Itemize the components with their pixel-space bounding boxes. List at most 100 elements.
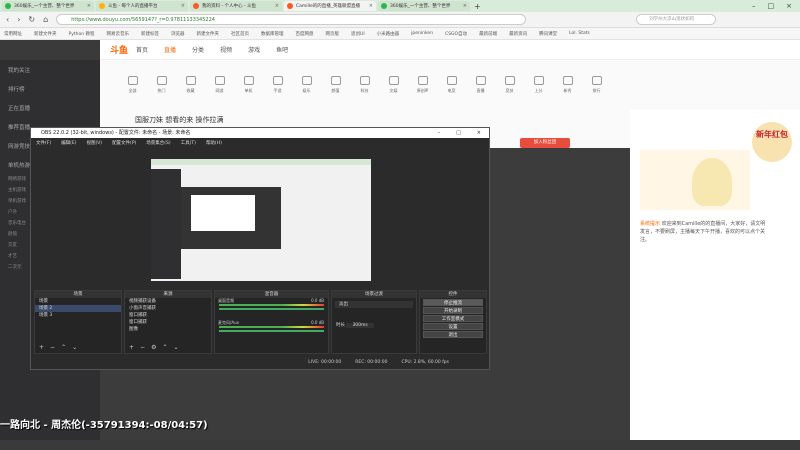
category-item[interactable]: 全部 bbox=[118, 74, 147, 108]
minimize-icon[interactable]: – bbox=[752, 2, 756, 10]
bookmark-item[interactable]: 新建文件夹 bbox=[34, 31, 57, 37]
remove-icon[interactable]: − bbox=[50, 344, 55, 351]
category-item[interactable]: 娱乐 bbox=[292, 74, 321, 108]
volume-slider[interactable] bbox=[219, 330, 324, 332]
remove-icon[interactable]: − bbox=[140, 344, 145, 351]
close-icon[interactable]: × bbox=[275, 3, 279, 9]
scene-item[interactable]: 场景 3 bbox=[35, 312, 121, 319]
category-item[interactable]: 单机 bbox=[234, 74, 263, 108]
category-item[interactable]: 直播 bbox=[466, 74, 495, 108]
category-item[interactable]: 科技 bbox=[350, 74, 379, 108]
nav-link[interactable]: 游戏 bbox=[248, 45, 260, 54]
obs-menu-item[interactable]: 配置文件(P) bbox=[112, 140, 136, 146]
close-icon[interactable]: × bbox=[786, 2, 792, 10]
nav-link[interactable]: 视频 bbox=[220, 45, 232, 54]
bookmark-item[interactable]: 网易云音乐 bbox=[107, 31, 130, 37]
reload-icon[interactable]: ↻ bbox=[28, 15, 35, 24]
source-item[interactable]: 窗口捕获 bbox=[125, 319, 211, 326]
bookmark-item[interactable]: 新建标签 bbox=[141, 31, 159, 37]
browser-tab-active[interactable]: Camille的的直播_英雄联盟直播 × bbox=[284, 1, 376, 11]
bookmark-item[interactable]: 思创UI bbox=[351, 31, 365, 37]
source-item[interactable]: 小窗声音捕获 bbox=[125, 305, 211, 312]
category-item[interactable]: 手游 bbox=[263, 74, 292, 108]
join-fan-club-button[interactable]: 加入粉丝团 bbox=[520, 138, 570, 148]
category-item[interactable]: 上分 bbox=[524, 74, 553, 108]
source-item[interactable]: 图像 bbox=[125, 326, 211, 333]
close-icon[interactable]: × bbox=[477, 128, 481, 138]
nav-link[interactable]: 首页 bbox=[136, 45, 148, 54]
category-item[interactable]: 颜值 bbox=[321, 74, 350, 108]
duration-input[interactable]: 300ms bbox=[346, 323, 374, 328]
browser-tab[interactable]: 360娱乐_一个主营、整个世界 × bbox=[378, 1, 470, 11]
bookmark-item[interactable]: 社区首页 bbox=[231, 31, 249, 37]
source-item[interactable]: 视频捕获设备 bbox=[125, 298, 211, 305]
bookmark-item[interactable]: jpeninken bbox=[411, 31, 433, 36]
up-icon[interactable]: ⌃ bbox=[162, 344, 167, 351]
transition-select[interactable]: 淡出 bbox=[335, 301, 413, 308]
obs-menu-item[interactable]: 文件(F) bbox=[36, 140, 51, 146]
obs-menu-item[interactable]: 场景集合(S) bbox=[146, 140, 170, 146]
add-icon[interactable]: + bbox=[129, 344, 134, 351]
up-icon[interactable]: ⌃ bbox=[61, 344, 66, 351]
red-packet-badge[interactable]: 新年红包 bbox=[752, 122, 792, 162]
add-icon[interactable]: + bbox=[39, 344, 44, 351]
category-item[interactable]: 排行 bbox=[582, 74, 611, 108]
maximize-icon[interactable]: □ bbox=[768, 2, 775, 10]
back-icon[interactable]: ‹ bbox=[6, 15, 9, 24]
bookmark-item[interactable]: 新建文件夹 bbox=[197, 31, 220, 37]
close-icon[interactable]: × bbox=[463, 3, 467, 9]
obs-menu-item[interactable]: 帮助(H) bbox=[206, 140, 222, 146]
forward-icon[interactable]: › bbox=[17, 15, 20, 24]
category-item[interactable]: 新秀 bbox=[553, 74, 582, 108]
close-icon[interactable]: × bbox=[369, 3, 373, 9]
browser-tab[interactable]: 360娱乐_一个主营、整个世界 × bbox=[2, 1, 94, 11]
bookmark-item[interactable]: Python 教程 bbox=[69, 31, 95, 37]
source-item[interactable]: 窗口捕获 bbox=[125, 312, 211, 319]
bookmark-item[interactable]: 网页版 bbox=[326, 31, 340, 37]
bookmark-item[interactable]: 百度网盘 bbox=[296, 31, 314, 37]
sidebar-item[interactable]: 正在直播 bbox=[0, 98, 100, 117]
nav-link[interactable]: 分类 bbox=[192, 45, 204, 54]
bookmark-item[interactable]: 小米路由器 bbox=[377, 31, 400, 37]
bookmark-item[interactable]: 最新前端 bbox=[479, 31, 497, 37]
search-input[interactable]: 刘学州大凉山现状如何 bbox=[636, 14, 717, 25]
url-input[interactable]: https://www.douyu.com/5659147?_r=0.97811… bbox=[56, 14, 527, 25]
category-item[interactable]: 收藏 bbox=[176, 74, 205, 108]
browser-tab[interactable]: 斗鱼 - 每个人的直播平台 × bbox=[96, 1, 188, 11]
site-logo[interactable]: 斗鱼 bbox=[110, 43, 128, 56]
category-item[interactable]: 电竞 bbox=[437, 74, 466, 108]
browser-tab[interactable]: 我的资料 - 个人中心 - 斗鱼 × bbox=[190, 1, 282, 11]
sidebar-item[interactable]: 我的关注 bbox=[0, 60, 100, 79]
category-item[interactable]: 原创IP bbox=[408, 74, 437, 108]
bookmark-item[interactable]: 数据库管理 bbox=[261, 31, 284, 37]
bookmark-item[interactable]: 浏览器 bbox=[171, 31, 185, 37]
studio-mode-button[interactable]: 工作室模式 bbox=[423, 315, 483, 322]
obs-menu-item[interactable]: 编辑(E) bbox=[61, 140, 76, 146]
start-recording-button[interactable]: 开始录制 bbox=[423, 307, 483, 314]
scene-item[interactable]: 场景 bbox=[35, 298, 121, 305]
down-icon[interactable]: ⌄ bbox=[72, 344, 77, 351]
close-icon[interactable]: × bbox=[181, 3, 185, 9]
bookmark-item[interactable]: 常用网址 bbox=[4, 31, 22, 37]
obs-menu-item[interactable]: 视图(V) bbox=[86, 140, 102, 146]
obs-menu-item[interactable]: 工具(T) bbox=[181, 140, 196, 146]
settings-button[interactable]: 设置 bbox=[423, 323, 483, 330]
obs-preview[interactable] bbox=[151, 159, 371, 281]
nav-link[interactable]: 鱼吧 bbox=[276, 45, 288, 54]
stop-streaming-button[interactable]: 停止推流 bbox=[423, 299, 483, 306]
category-item[interactable]: 文娱 bbox=[379, 74, 408, 108]
bookmark-item[interactable]: 最新资讯 bbox=[509, 31, 527, 37]
bookmark-item[interactable]: Lol. Stats bbox=[569, 31, 590, 36]
down-icon[interactable]: ⌄ bbox=[173, 344, 178, 351]
sidebar-item[interactable]: 排行榜 bbox=[0, 79, 100, 98]
maximize-icon[interactable]: □ bbox=[456, 128, 461, 138]
volume-slider[interactable] bbox=[219, 308, 324, 310]
category-item[interactable]: 竞技 bbox=[495, 74, 524, 108]
home-icon[interactable]: ⌂ bbox=[43, 15, 48, 24]
nav-link-active[interactable]: 直播 bbox=[164, 45, 176, 54]
bookmark-item[interactable]: 腾讯课堂 bbox=[539, 31, 557, 37]
category-item[interactable]: 热门 bbox=[147, 74, 176, 108]
new-tab-icon[interactable]: + bbox=[474, 2, 481, 11]
gear-icon[interactable]: ⚙ bbox=[151, 344, 156, 351]
close-icon[interactable]: × bbox=[87, 3, 91, 9]
